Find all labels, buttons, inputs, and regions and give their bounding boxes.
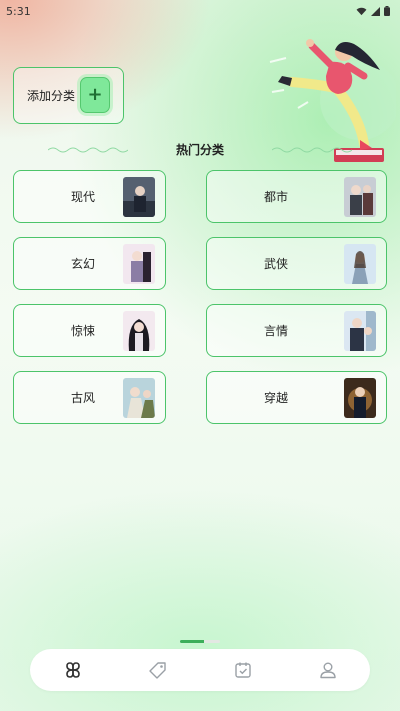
bottom-tab-bar xyxy=(30,649,370,691)
category-label: 都市 xyxy=(263,190,288,204)
signal-icon xyxy=(371,6,380,16)
tab-category[interactable] xyxy=(53,650,93,690)
add-category-label: 添加分类 xyxy=(27,89,76,103)
category-card[interactable]: 现代 xyxy=(13,170,166,223)
tab-checkin[interactable] xyxy=(223,650,263,690)
tab-tags[interactable] xyxy=(138,650,178,690)
category-cover-image xyxy=(123,311,155,351)
category-cover-image xyxy=(344,177,376,217)
status-time: 5:31 xyxy=(6,4,31,18)
category-cover-image xyxy=(344,244,376,284)
category-label: 言情 xyxy=(263,324,288,338)
category-grid: 现代 都市 玄幻 武侠 惊悚 言情 古风 穿越 xyxy=(13,170,387,424)
add-category-card[interactable]: 添加分类 + xyxy=(13,67,124,124)
category-cover-image xyxy=(123,177,155,217)
category-cover-image xyxy=(344,311,376,351)
category-label: 穿越 xyxy=(263,391,288,405)
category-cover-image xyxy=(123,244,155,284)
status-bar: 5:31 xyxy=(0,0,400,22)
page-indicator-fill xyxy=(180,640,204,643)
category-cover-image xyxy=(344,378,376,418)
category-label: 武侠 xyxy=(263,257,288,271)
wifi-icon xyxy=(356,7,367,15)
add-category-button[interactable]: + xyxy=(80,77,110,113)
category-card[interactable]: 言情 xyxy=(206,304,387,357)
status-icons xyxy=(356,6,390,16)
category-card[interactable]: 穿越 xyxy=(206,371,387,424)
category-card[interactable]: 武侠 xyxy=(206,237,387,290)
tag-icon xyxy=(148,662,166,679)
category-card[interactable]: 古风 xyxy=(13,371,166,424)
category-card[interactable]: 都市 xyxy=(206,170,387,223)
category-cover-image xyxy=(123,378,155,418)
tab-profile[interactable] xyxy=(308,650,348,690)
page-indicator xyxy=(180,640,220,643)
calendar-check-icon xyxy=(234,662,251,678)
wave-decoration-right xyxy=(272,147,352,153)
category-card[interactable]: 惊悚 xyxy=(13,304,166,357)
battery-icon xyxy=(384,6,390,16)
category-clover-icon xyxy=(65,662,80,678)
plus-icon: + xyxy=(87,84,103,105)
person-icon xyxy=(319,662,336,679)
category-card[interactable]: 玄幻 xyxy=(13,237,166,290)
